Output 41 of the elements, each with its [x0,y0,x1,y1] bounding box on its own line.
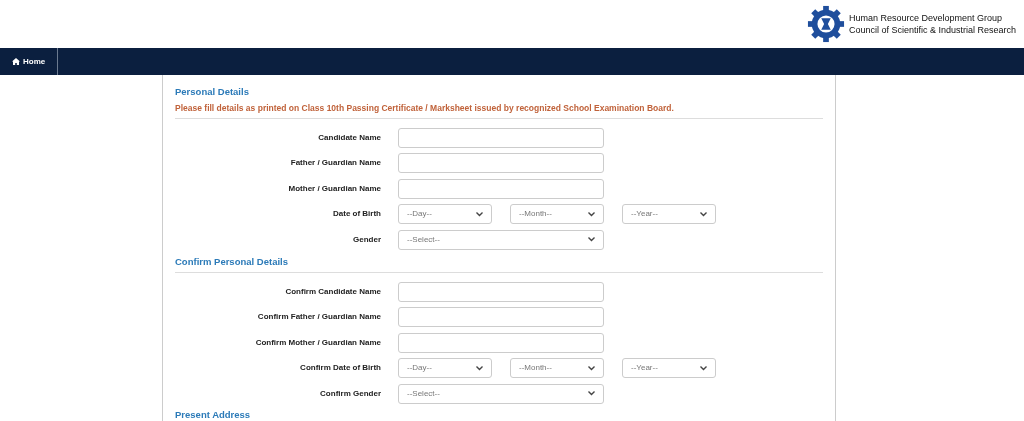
gear-emblem-icon [806,5,845,43]
chevron-down-icon [700,211,707,217]
dropdown[interactable]: --Day-- [398,204,492,225]
instruction-note: Please fill details as printed on Class 10th Passing Certificate / Marksheet issued by recognized School Examination Board. [175,102,675,116]
field-label: Confirm Father / Guardian Name [256,311,381,323]
field-label: Confirm Gender [319,387,381,400]
input-field[interactable] [398,281,604,302]
dropdown[interactable]: --Year-- [622,204,716,225]
section-heading: Personal Details [175,85,250,99]
chevron-down-icon [588,237,595,243]
dropdown[interactable]: --Month-- [510,358,604,378]
chevron-down-icon [476,365,483,371]
field-label: Mother / Guardian Name [287,182,381,195]
chevron-down-icon [700,365,707,371]
input-field[interactable] [398,153,604,174]
dropdown[interactable]: --Select-- [398,383,604,404]
section-heading: Present Address [175,408,252,421]
dropdown[interactable]: --Year-- [622,358,716,378]
nav-link[interactable]: Home [0,48,59,75]
field-label: Candidate Name [317,131,381,144]
dropdown[interactable]: --Select-- [398,229,604,250]
input-field[interactable] [398,178,604,199]
section-heading: Confirm Personal Details [175,254,289,269]
organization-name: Human Resource Development Group [848,12,1003,24]
field-label: Gender [352,233,381,246]
field-label: Confirm Mother / Guardian Name [254,336,381,349]
field-label: Confirm Candidate Name [284,285,381,298]
chevron-down-icon [588,365,595,371]
home-icon [12,58,20,65]
organization-name: Council of Scientific & Industrial Research [848,24,1016,36]
chevron-down-icon [476,211,483,217]
input-field[interactable] [398,307,604,327]
dropdown[interactable]: --Day-- [398,358,492,378]
dropdown[interactable]: --Month-- [510,204,604,225]
input-field[interactable] [398,332,604,353]
chevron-down-icon [588,391,595,396]
field-label: Father / Guardian Name [289,157,381,170]
field-label: Date of Birth [332,208,381,221]
chevron-down-icon [588,211,595,217]
input-field[interactable] [398,127,604,148]
field-label: Confirm Date of Birth [299,362,381,374]
